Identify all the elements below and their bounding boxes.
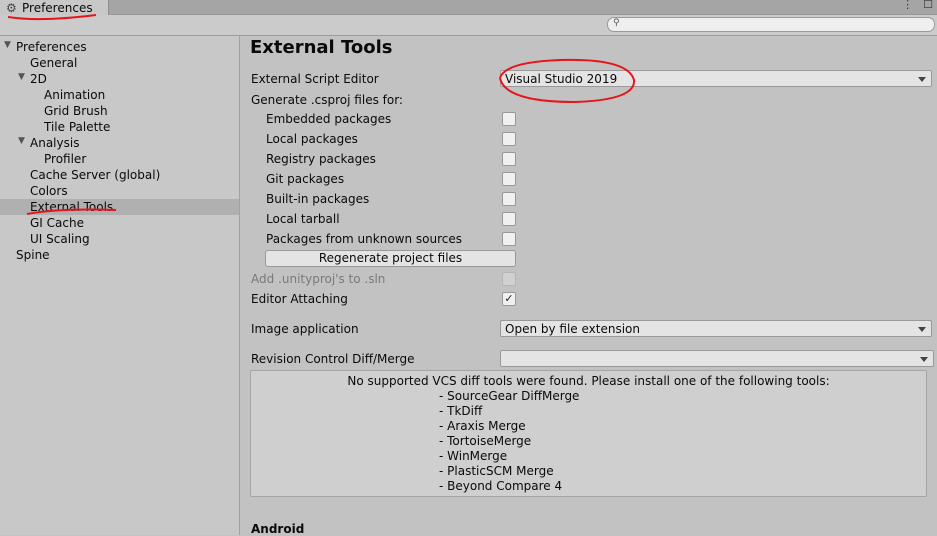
- list-item: - WinMerge: [439, 449, 508, 463]
- list-item: - Beyond Compare 4: [439, 479, 563, 493]
- vcs-tool-list: - SourceGear DiffMerge - TkDiff - Araxis…: [439, 389, 579, 494]
- tab-label: Preferences: [22, 0, 93, 15]
- sidebar-item-label: External Tools: [30, 200, 114, 214]
- sidebar-item-colors[interactable]: Colors: [30, 183, 68, 199]
- more-options-icon[interactable]: ⋮: [902, 0, 913, 11]
- sidebar-item-general[interactable]: General: [30, 55, 77, 71]
- tab-preferences[interactable]: ⚙ Preferences: [0, 0, 109, 15]
- main-panel: External Tools External Script Editor Vi…: [240, 36, 937, 536]
- vcs-help-box: No supported VCS diff tools were found. …: [250, 370, 927, 497]
- list-item: - SourceGear DiffMerge: [439, 389, 580, 403]
- sidebar-item-preferences[interactable]: Preferences: [16, 39, 87, 55]
- option-label: Built-in packages: [266, 192, 370, 206]
- unknown-sources-checkbox[interactable]: [502, 232, 516, 246]
- sidebar-item-external-tools[interactable]: External Tools: [0, 199, 239, 215]
- script-editor-label: External Script Editor: [251, 72, 379, 86]
- sidebar: ▼ Preferences General ▼ 2D Animation Gri…: [0, 36, 240, 535]
- chevron-down-icon: [920, 357, 928, 362]
- image-application-value: Open by file extension: [505, 322, 640, 336]
- revision-control-dropdown[interactable]: [500, 350, 934, 367]
- builtin-packages-checkbox[interactable]: [502, 192, 516, 206]
- sidebar-item-2d[interactable]: 2D: [30, 71, 47, 87]
- option-label: Embedded packages: [266, 112, 392, 126]
- sidebar-item-spine[interactable]: Spine: [16, 247, 50, 263]
- search-input[interactable]: ⚲: [607, 17, 935, 32]
- sidebar-item-profiler[interactable]: Profiler: [44, 151, 86, 167]
- sidebar-item-tile-palette[interactable]: Tile Palette: [44, 119, 110, 135]
- chevron-down-icon: [918, 327, 926, 332]
- vcs-message: No supported VCS diff tools were found. …: [347, 374, 830, 388]
- option-label: Packages from unknown sources: [266, 232, 462, 246]
- script-editor-value: Visual Studio 2019: [505, 72, 618, 86]
- revision-control-label: Revision Control Diff/Merge: [251, 352, 415, 366]
- regenerate-project-files-button[interactable]: Regenerate project files: [265, 250, 516, 267]
- option-label: Git packages: [266, 172, 345, 186]
- window-titlebar: ⚙ Preferences ⋮ ☐: [0, 0, 937, 15]
- toolbar: ⚲: [0, 15, 937, 36]
- embedded-packages-checkbox[interactable]: [502, 112, 516, 126]
- sidebar-item-gi-cache[interactable]: GI Cache: [30, 215, 84, 231]
- sidebar-item-animation[interactable]: Animation: [44, 87, 105, 103]
- add-unityproj-label: Add .unityproj's to .sln: [251, 272, 386, 286]
- option-label: Local packages: [266, 132, 358, 146]
- image-application-label: Image application: [251, 322, 359, 336]
- expand-arrow-icon[interactable]: ▼: [18, 72, 25, 82]
- gear-icon: ⚙: [6, 0, 17, 15]
- image-application-dropdown[interactable]: Open by file extension: [500, 320, 932, 337]
- sidebar-item-grid-brush[interactable]: Grid Brush: [44, 103, 108, 119]
- list-item: - Araxis Merge: [439, 419, 526, 433]
- list-item: - PlasticSCM Merge: [439, 464, 554, 478]
- editor-attaching-label: Editor Attaching: [251, 292, 348, 306]
- expand-arrow-icon[interactable]: ▼: [18, 136, 25, 146]
- local-tarball-checkbox[interactable]: [502, 212, 516, 226]
- sidebar-item-ui-scaling[interactable]: UI Scaling: [30, 231, 90, 247]
- search-icon: ⚲: [613, 18, 620, 28]
- sidebar-item-cache-server[interactable]: Cache Server (global): [30, 167, 160, 183]
- add-unityproj-checkbox: [502, 272, 516, 286]
- git-packages-checkbox[interactable]: [502, 172, 516, 186]
- maximize-icon[interactable]: ☐: [923, 0, 933, 11]
- list-item: - TkDiff: [439, 404, 483, 418]
- chevron-down-icon: [918, 77, 926, 82]
- local-packages-checkbox[interactable]: [502, 132, 516, 146]
- script-editor-dropdown[interactable]: Visual Studio 2019: [500, 70, 932, 87]
- window-controls: ⋮ ☐: [902, 0, 933, 11]
- registry-packages-checkbox[interactable]: [502, 152, 516, 166]
- page-title: External Tools: [250, 37, 393, 58]
- list-item: - TortoiseMerge: [439, 434, 532, 448]
- sidebar-item-analysis[interactable]: Analysis: [30, 135, 79, 151]
- expand-arrow-icon[interactable]: ▼: [4, 40, 11, 50]
- editor-attaching-checkbox[interactable]: ✓: [502, 292, 516, 306]
- option-label: Registry packages: [266, 152, 376, 166]
- android-section-heading: Android: [251, 522, 305, 536]
- csproj-label: Generate .csproj files for:: [251, 93, 403, 107]
- option-label: Local tarball: [266, 212, 340, 226]
